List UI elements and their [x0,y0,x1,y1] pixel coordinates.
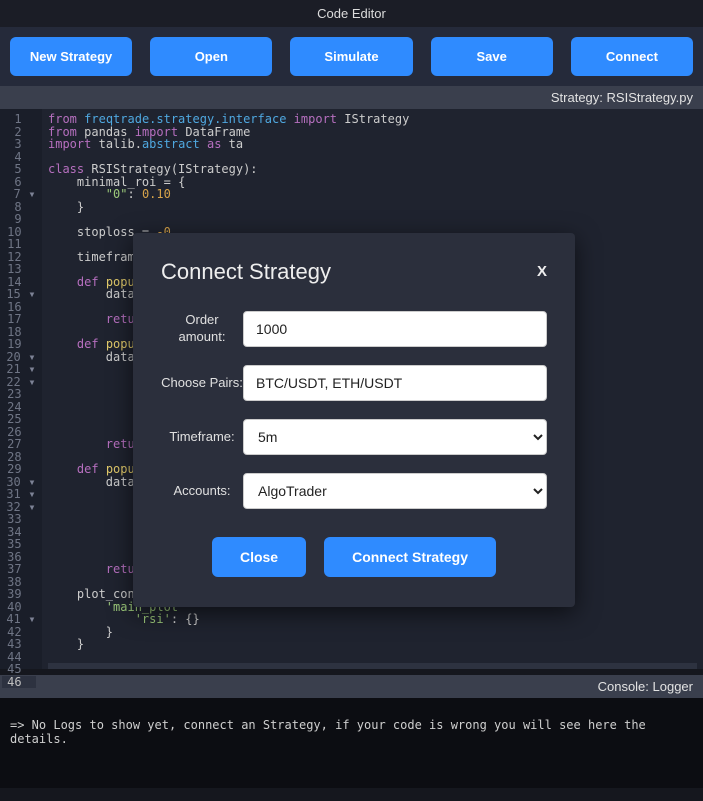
pairs-label: Choose Pairs: [161,375,243,392]
order-amount-label: Order amount: [161,312,243,346]
modal-close-button[interactable]: Close [212,537,306,577]
order-amount-input[interactable] [243,311,547,347]
console-header: Console: Logger [0,675,703,698]
strategy-bar: Strategy: RSIStrategy.py [0,86,703,109]
console-log-line: => No Logs to show yet, connect an Strat… [10,718,646,746]
console-title: Console: Logger [598,679,693,694]
pairs-input[interactable] [243,365,547,401]
accounts-select[interactable]: AlgoTrader [243,473,547,509]
app-title: Code Editor [317,6,386,21]
line-gutter: 1 2 3 4 5 6 7 ▾ 8 9 10 11 12 13 14 15 ▾ … [0,109,42,669]
modal-close-icon[interactable]: X [537,263,547,280]
modal-title: Connect Strategy [161,259,331,285]
save-button[interactable]: Save [431,37,553,76]
accounts-label: Accounts: [161,483,243,500]
timeframe-label: Timeframe: [161,429,243,446]
connect-strategy-modal: Connect Strategy X Order amount: Choose … [133,233,575,607]
open-button[interactable]: Open [150,37,272,76]
new-strategy-button[interactable]: New Strategy [10,37,132,76]
toolbar: New Strategy Open Simulate Save Connect [0,27,703,86]
title-bar: Code Editor [0,0,703,27]
strategy-filename: RSIStrategy.py [607,90,693,105]
modal-connect-button[interactable]: Connect Strategy [324,537,496,577]
console-body: => No Logs to show yet, connect an Strat… [0,698,703,788]
timeframe-select[interactable]: 5m [243,419,547,455]
connect-button[interactable]: Connect [571,37,693,76]
strategy-label: Strategy: [551,90,603,105]
simulate-button[interactable]: Simulate [290,37,412,76]
